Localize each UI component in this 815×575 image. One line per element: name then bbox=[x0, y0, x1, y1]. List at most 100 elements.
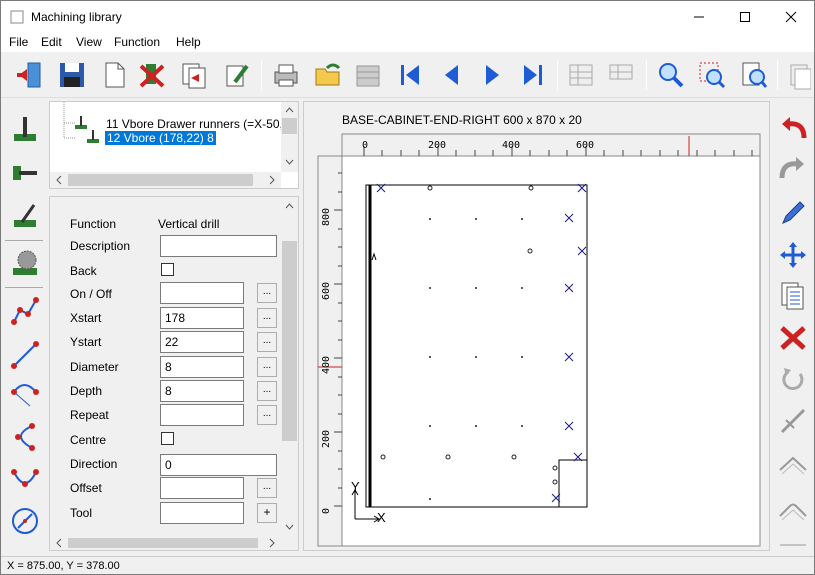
polyline-icon bbox=[11, 297, 39, 325]
grid-icon bbox=[569, 64, 593, 86]
onoff-field[interactable] bbox=[160, 282, 244, 304]
maximize-button[interactable] bbox=[722, 1, 768, 32]
repeat-browse-button[interactable]: ... bbox=[257, 405, 277, 425]
new-icon bbox=[105, 62, 125, 88]
database-icon bbox=[356, 65, 380, 87]
chamfer-button[interactable] bbox=[775, 445, 811, 481]
operations-tree: 11 Vbore Drawer runners (=X-50,= 12 Vbor… bbox=[49, 101, 299, 189]
tree-horizontal-scrollbar[interactable] bbox=[50, 172, 281, 188]
back-checkbox[interactable] bbox=[161, 263, 174, 276]
menu-help[interactable]: Help bbox=[176, 35, 201, 49]
tool-field[interactable] bbox=[160, 502, 244, 524]
exit-button[interactable] bbox=[13, 58, 47, 92]
diameter-browse-button[interactable]: ... bbox=[257, 357, 277, 377]
edit-button[interactable] bbox=[219, 58, 253, 92]
grid-button[interactable] bbox=[564, 58, 598, 92]
ruler-y-label: 200 bbox=[321, 430, 332, 448]
zoom-button[interactable] bbox=[653, 58, 687, 92]
menu-file[interactable]: File bbox=[9, 35, 28, 49]
next-record-button[interactable] bbox=[475, 58, 509, 92]
edit-icon bbox=[226, 64, 249, 87]
vertical-drill-tool[interactable] bbox=[7, 111, 43, 147]
left-toolbar bbox=[1, 99, 47, 551]
copy-icon bbox=[182, 63, 206, 89]
list-button[interactable] bbox=[775, 277, 811, 313]
delete-element-button[interactable] bbox=[775, 319, 811, 355]
offset-field[interactable] bbox=[160, 477, 244, 499]
properties-horizontal-scrollbar[interactable] bbox=[50, 536, 281, 550]
tree-vertical-scrollbar[interactable] bbox=[281, 102, 298, 172]
arc-center-tool[interactable] bbox=[7, 461, 43, 497]
new-button[interactable] bbox=[97, 58, 131, 92]
redo-button[interactable] bbox=[775, 151, 811, 187]
xstart-browse-button[interactable]: ... bbox=[257, 308, 277, 328]
print-button[interactable] bbox=[269, 58, 303, 92]
direction-field[interactable]: 0 bbox=[160, 454, 277, 476]
arc-three-point-tool[interactable] bbox=[7, 419, 43, 455]
pencil-button[interactable] bbox=[775, 195, 811, 231]
tool-add-button[interactable]: + bbox=[257, 503, 277, 523]
description-field[interactable] bbox=[160, 235, 277, 257]
polyline-tool[interactable] bbox=[7, 293, 43, 329]
depth-field[interactable]: 8 bbox=[160, 380, 244, 402]
undo-button[interactable] bbox=[775, 111, 811, 147]
copy-button[interactable] bbox=[177, 58, 211, 92]
zoom-window-button[interactable] bbox=[695, 58, 729, 92]
pages-button[interactable] bbox=[783, 58, 813, 92]
line-icon bbox=[11, 341, 39, 369]
saw-tool[interactable] bbox=[7, 245, 43, 281]
ruler-x-label: 600 bbox=[576, 140, 594, 151]
ystart-field[interactable]: 22 bbox=[160, 331, 244, 353]
tree-item-selected[interactable]: 12 Vbore (178,22) 8 bbox=[105, 131, 216, 145]
ystart-browse-button[interactable]: ... bbox=[257, 332, 277, 352]
last-record-button[interactable] bbox=[516, 58, 550, 92]
menu-bar: File Edit View Function Help bbox=[1, 32, 814, 52]
pencil-icon bbox=[782, 201, 805, 224]
menu-edit[interactable]: Edit bbox=[41, 35, 62, 49]
repeat-label: Repeat bbox=[70, 408, 109, 422]
right-toolbar bbox=[771, 99, 814, 551]
move-button[interactable] bbox=[775, 237, 811, 273]
toolbar-separator bbox=[777, 60, 778, 90]
menu-view[interactable]: View bbox=[76, 35, 102, 49]
first-record-button[interactable] bbox=[393, 58, 427, 92]
delete-x-icon bbox=[780, 326, 806, 350]
trim-button[interactable] bbox=[775, 403, 811, 439]
zoom-page-button[interactable] bbox=[737, 58, 771, 92]
tree-item[interactable]: 11 Vbore Drawer runners (=X-50,= bbox=[86, 117, 281, 131]
more-tools-button[interactable] bbox=[775, 535, 811, 551]
properties-vertical-scrollbar[interactable] bbox=[281, 197, 298, 536]
grid-copy-button[interactable] bbox=[604, 58, 638, 92]
back-label: Back bbox=[70, 264, 97, 278]
left-toolbar-separator bbox=[5, 287, 43, 288]
horizontal-drill-icon bbox=[13, 166, 37, 180]
circle-tool[interactable] bbox=[7, 503, 43, 539]
rotate-button[interactable] bbox=[775, 361, 811, 397]
xstart-field[interactable]: 178 bbox=[160, 307, 244, 329]
delete-button[interactable] bbox=[135, 58, 169, 92]
depth-browse-button[interactable]: ... bbox=[257, 381, 277, 401]
database-button[interactable] bbox=[351, 58, 385, 92]
arc-radius-tool[interactable] bbox=[7, 377, 43, 413]
open-button[interactable] bbox=[311, 58, 345, 92]
menu-function[interactable]: Function bbox=[114, 35, 160, 49]
zoom-window-icon bbox=[699, 62, 726, 89]
repeat-field[interactable] bbox=[160, 404, 244, 426]
angled-drill-tool[interactable] bbox=[7, 197, 43, 233]
horizontal-drill-tool[interactable] bbox=[7, 153, 43, 189]
axis-x-label: X bbox=[377, 510, 386, 525]
line-tool[interactable] bbox=[7, 337, 43, 373]
previous-record-button[interactable] bbox=[435, 58, 469, 92]
centre-checkbox[interactable] bbox=[161, 432, 174, 445]
offset-browse-button[interactable]: ... bbox=[257, 478, 277, 498]
scrollbar-arrows bbox=[56, 538, 275, 548]
tree-item-label: 11 Vbore Drawer runners (=X-50,= bbox=[106, 117, 281, 131]
drawing-canvas[interactable]: 0 200 400 600 800 600 400 200 0 Y X bbox=[304, 102, 771, 552]
onoff-browse-button[interactable]: ... bbox=[257, 283, 277, 303]
diameter-field[interactable]: 8 bbox=[160, 356, 244, 378]
save-button[interactable] bbox=[55, 58, 89, 92]
grid-copy-icon bbox=[609, 64, 633, 80]
fillet-button[interactable] bbox=[775, 491, 811, 527]
close-button[interactable] bbox=[768, 1, 814, 32]
minimize-button[interactable] bbox=[676, 1, 722, 32]
